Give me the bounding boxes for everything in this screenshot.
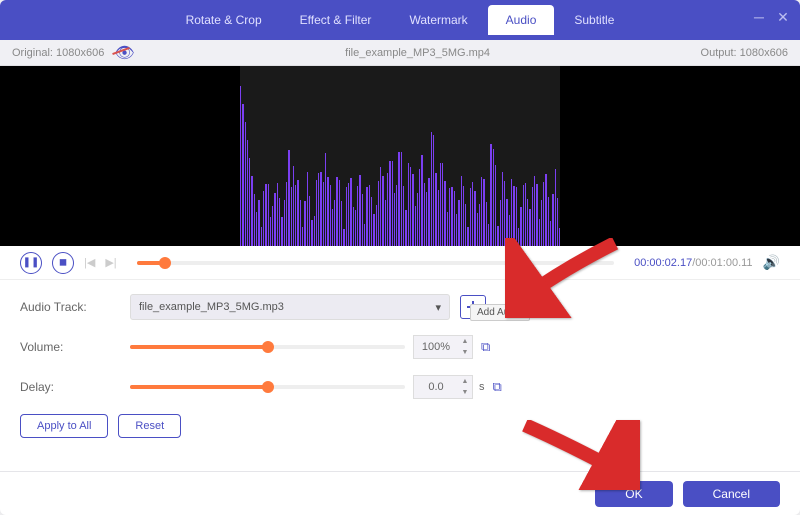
timeline-handle[interactable] [159, 257, 171, 269]
preview-toggle-icon[interactable]: 👁 [114, 43, 134, 63]
output-label: Output: 1080x606 [701, 47, 788, 59]
info-bar: Original: 1080x606 👁 file_example_MP3_5M… [0, 40, 800, 66]
tab-watermark[interactable]: Watermark [391, 5, 485, 35]
volume-slider[interactable] [130, 345, 405, 349]
window-controls: ─ ✕ [752, 10, 790, 24]
stop-button[interactable]: ◼ [52, 252, 74, 274]
delay-unit: s [479, 381, 485, 393]
tab-effect-filter[interactable]: Effect & Filter [282, 5, 390, 35]
delay-label: Delay: [20, 380, 130, 394]
row-delay: Delay: 0.0 ▲ ▼ s ⧉ [20, 374, 780, 400]
audio-track-label: Audio Track: [20, 300, 130, 314]
apply-all-button[interactable]: Apply to All [20, 414, 108, 438]
prev-frame-button[interactable]: |◀ [84, 256, 95, 269]
tab-strip: Rotate & Crop Effect & Filter Watermark … [168, 5, 633, 35]
chevron-down-icon: ▾ [435, 301, 441, 314]
action-row: Apply to All Reset [20, 414, 780, 438]
total-time: /00:01:00.11 [692, 257, 752, 269]
minimize-icon[interactable]: ─ [752, 10, 766, 24]
preview-canvas [240, 66, 560, 246]
delay-copy-icon[interactable]: ⧉ [493, 379, 502, 395]
delay-up-icon[interactable]: ▲ [458, 376, 472, 387]
timeline-slider[interactable] [137, 261, 614, 265]
audio-track-value: file_example_MP3_5MG.mp3 [139, 301, 284, 313]
delay-value: 0.0 [414, 381, 458, 393]
delay-slider[interactable] [130, 385, 405, 389]
footer-bar: OK Cancel [0, 471, 800, 515]
filename-label: file_example_MP3_5MG.mp4 [135, 47, 701, 59]
cancel-button[interactable]: Cancel [683, 481, 780, 507]
current-time: 00:00:02.17 [634, 257, 692, 269]
row-audio-track: Audio Track: file_example_MP3_5MG.mp3 ▾ … [20, 294, 780, 320]
ok-button[interactable]: OK [595, 481, 672, 507]
row-volume: Volume: 100% ▲ ▼ ⧉ [20, 334, 780, 360]
volume-spinner[interactable]: 100% ▲ ▼ [413, 335, 473, 359]
delay-handle[interactable] [262, 381, 274, 393]
playback-controls: ❚❚ ◼ |◀ ▶| 00:00:02.17/00:01:00.11 🔊 [0, 246, 800, 280]
original-label: Original: 1080x606 [12, 47, 104, 59]
add-audio-tooltip: Add Audio [470, 304, 530, 321]
reset-button[interactable]: Reset [118, 414, 181, 438]
volume-label: Volume: [20, 340, 130, 354]
delay-spinner[interactable]: 0.0 ▲ ▼ [413, 375, 473, 399]
close-icon[interactable]: ✕ [776, 10, 790, 24]
volume-value: 100% [414, 341, 458, 353]
volume-copy-icon[interactable]: ⧉ [481, 339, 490, 355]
volume-icon[interactable]: 🔊 [763, 254, 780, 271]
tab-audio[interactable]: Audio [488, 5, 555, 35]
titlebar: Rotate & Crop Effect & Filter Watermark … [0, 0, 800, 40]
volume-handle[interactable] [262, 341, 274, 353]
audio-settings-panel: Audio Track: file_example_MP3_5MG.mp3 ▾ … [0, 280, 800, 471]
tab-rotate-crop[interactable]: Rotate & Crop [168, 5, 280, 35]
volume-up-icon[interactable]: ▲ [458, 336, 472, 347]
audio-track-select[interactable]: file_example_MP3_5MG.mp3 ▾ [130, 294, 450, 320]
editor-window: Rotate & Crop Effect & Filter Watermark … [0, 0, 800, 515]
preview-area [0, 66, 800, 246]
timecode: 00:00:02.17/00:01:00.11 [634, 257, 752, 269]
waveform-visual [240, 66, 560, 246]
delay-down-icon[interactable]: ▼ [458, 387, 472, 398]
pause-button[interactable]: ❚❚ [20, 252, 42, 274]
volume-down-icon[interactable]: ▼ [458, 347, 472, 358]
next-frame-button[interactable]: ▶| [105, 256, 116, 269]
tab-subtitle[interactable]: Subtitle [556, 5, 632, 35]
